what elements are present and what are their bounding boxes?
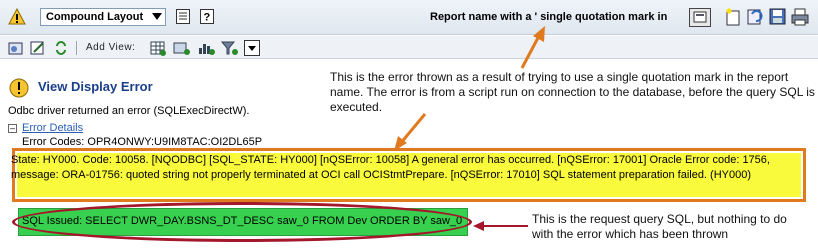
error-state-text: State: HY000. Code: 10058. [NQODBC] [SQL… [11,154,770,181]
annotation-sql-explanation: This is the request query SQL, but nothi… [532,212,787,241]
sql-highlight-ellipse [12,202,472,242]
